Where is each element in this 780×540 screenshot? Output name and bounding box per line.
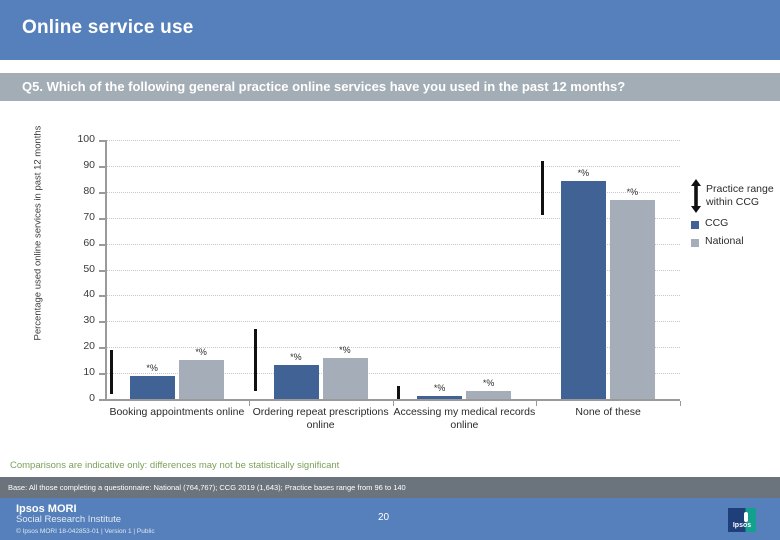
x-axis-category-label: Accessing my medical records online xyxy=(393,406,536,431)
y-axis-tick-label: 90 xyxy=(83,158,95,171)
y-axis-tick-label: 0 xyxy=(89,392,95,404)
bar-value-label-national: *% xyxy=(626,186,639,197)
y-axis-tick-label: 100 xyxy=(77,133,95,145)
y-axis-tick xyxy=(99,269,105,272)
ipsos-logo-mark-icon xyxy=(744,512,748,522)
y-axis-tick-label: 30 xyxy=(83,314,95,327)
bar-value-label-national: *% xyxy=(482,378,495,389)
y-axis-tick-label: 20 xyxy=(83,340,95,353)
legend-label-national: National xyxy=(705,235,744,247)
plot-area: 0 10 20 30 40 50 60 70 80 90 100 *% *% *% *% *% *% *% *% … xyxy=(77,134,681,431)
legend-practice-range: Practice range within CCG xyxy=(688,175,780,217)
y-axis-tick xyxy=(99,347,105,350)
y-axis-tick xyxy=(99,140,105,142)
bar-value-label-national: *% xyxy=(339,344,351,355)
y-axis-tick xyxy=(99,373,105,376)
legend-item-ccg: CCG xyxy=(688,217,780,235)
legend-swatch-ccg xyxy=(691,221,699,229)
practice-range-marker xyxy=(397,386,401,399)
bar-ccg[interactable] xyxy=(561,181,607,399)
practice-range-marker xyxy=(541,160,545,216)
y-axis-tick-label: 70 xyxy=(83,210,95,223)
bar-ccg[interactable] xyxy=(273,365,319,399)
y-axis-tick-label: 80 xyxy=(83,184,95,197)
bar-value-label-ccg: *% xyxy=(433,383,446,394)
y-axis-tick xyxy=(99,295,105,298)
y-axis-tick xyxy=(99,243,105,246)
brand-subtitle: Social Research Institute xyxy=(16,514,122,525)
x-axis-tick xyxy=(680,401,681,406)
y-axis-tick-label: 40 xyxy=(83,288,95,301)
bar-ccg[interactable] xyxy=(417,396,463,399)
y-axis-tick-label: 50 xyxy=(83,262,95,275)
bar-national[interactable] xyxy=(322,357,368,399)
legend-item-national: National xyxy=(688,235,780,253)
bar-value-label-ccg: *% xyxy=(290,352,302,363)
x-axis-category-label: None of these xyxy=(575,406,641,418)
question-text: Q5. Which of the following general pract… xyxy=(22,79,626,94)
ipsos-logo: Ipsos xyxy=(728,508,756,532)
bar-value-label-ccg: *% xyxy=(146,362,158,373)
bar-national[interactable] xyxy=(466,391,512,399)
x-axis-category-label: Ordering repeat prescriptions online xyxy=(252,406,389,431)
comparison-note: Comparisons are indicative only: differe… xyxy=(10,460,340,471)
y-axis-tick-label: 60 xyxy=(83,236,95,249)
bar-value-label-ccg: *% xyxy=(577,168,590,179)
y-axis-tick xyxy=(99,191,105,194)
chart-legend: Practice range within CCG CCG National xyxy=(688,175,780,253)
y-axis-tick xyxy=(99,165,105,168)
chart: Percentage used online services in past … xyxy=(0,105,780,450)
legend-swatch-national xyxy=(691,239,699,247)
bar-national[interactable] xyxy=(178,360,224,399)
slide-number: 20 xyxy=(378,512,390,523)
bar-ccg[interactable] xyxy=(129,375,175,399)
legend-practice-range-label: Practice range within CCG xyxy=(706,183,774,208)
bar-national[interactable] xyxy=(610,199,656,399)
bar-value-label-national: *% xyxy=(195,347,207,358)
gridline xyxy=(107,140,680,141)
ipsos-logo-text: Ipsos xyxy=(732,522,752,529)
y-axis-tick xyxy=(99,217,105,220)
y-axis-tick xyxy=(99,321,105,324)
y-axis-tick-label: 10 xyxy=(83,366,95,379)
base-note: Base: All those completing a questionnai… xyxy=(8,483,406,492)
page-title: Online service use xyxy=(22,17,194,38)
legend-label-ccg: CCG xyxy=(705,217,729,229)
y-axis-title: Percentage used online services in past … xyxy=(32,125,44,341)
up-down-arrow-icon xyxy=(691,179,701,213)
copyright-line: © Ipsos MORI 18-042853-01 | Version 1 | … xyxy=(16,528,155,535)
y-axis-tick xyxy=(99,399,105,401)
practice-range-marker xyxy=(109,349,113,394)
x-axis-category-label: Booking appointments online xyxy=(109,406,245,418)
practice-range-marker xyxy=(253,329,257,392)
gridline xyxy=(107,165,680,167)
